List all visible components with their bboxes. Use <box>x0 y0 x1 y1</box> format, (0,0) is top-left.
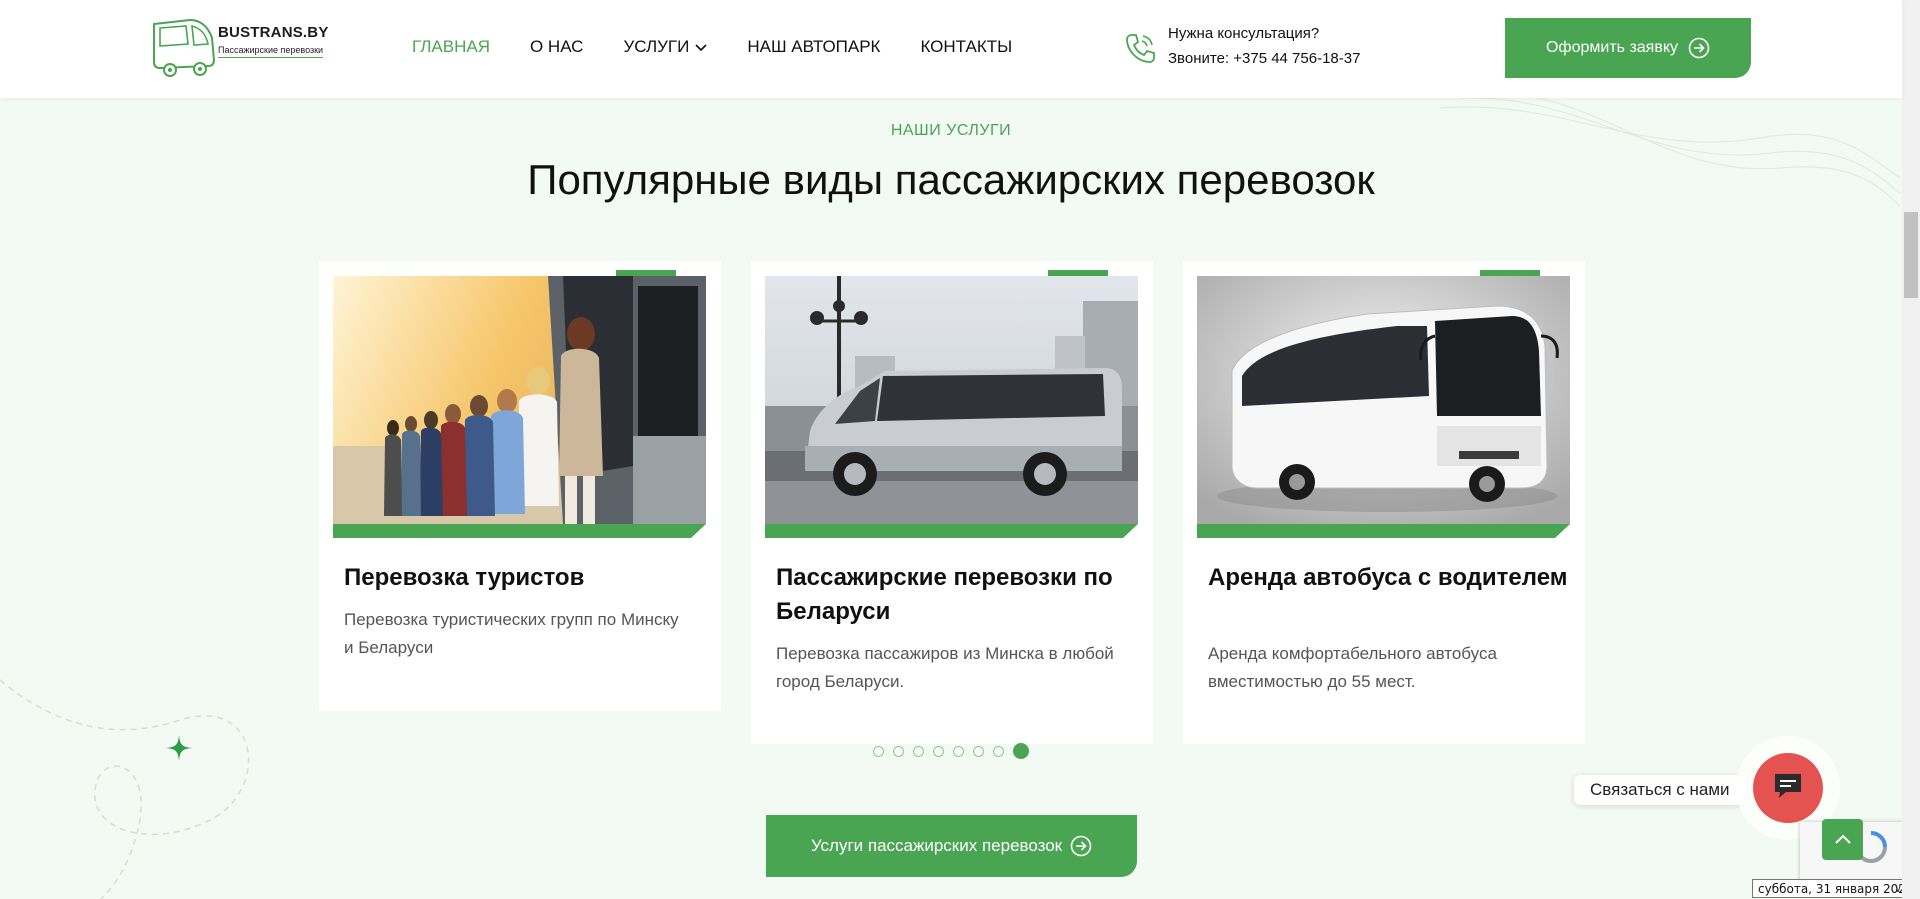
card-title: Пассажирские перевозки по Беларуси <box>776 564 1113 625</box>
phone-icon <box>1124 32 1156 69</box>
carousel-dot[interactable] <box>913 745 924 757</box>
card-text: Перевозка пассажиров из Минска в любой г… <box>776 644 1114 691</box>
chevron-up-icon <box>1834 831 1851 849</box>
card-text: Перевозка туристических групп по Минску … <box>344 610 679 657</box>
service-card[interactable]: Аренда автобуса с водителем Аренда комфо… <box>1183 261 1585 744</box>
bus-logo-icon <box>153 18 216 77</box>
logo-subtitle: Пассажирские перевозки <box>218 45 324 58</box>
logo-title: BUSTRANS.BY <box>218 24 329 41</box>
site-header: BUSTRANS.BY Пассажирские перевозки ГЛАВН… <box>0 0 1902 98</box>
nav-label: НАШ АВТОПАРК <box>747 37 881 56</box>
consultation-question: Нужна консультация? <box>1168 25 1320 42</box>
arrow-circle-icon <box>1688 37 1710 59</box>
arrow-circle-icon <box>1070 835 1092 857</box>
section-title: Популярные виды пассажирских перевозок <box>527 156 1375 203</box>
nav-item-home[interactable]: ГЛАВНАЯ <box>412 37 490 57</box>
chat-bubble-icon <box>1772 771 1804 806</box>
carousel-dot[interactable] <box>873 745 884 757</box>
card-title: Перевозка туристов <box>344 564 585 591</box>
contact-us-label[interactable]: Связаться с нами <box>1574 775 1746 805</box>
carousel-dot[interactable] <box>893 745 904 757</box>
order-request-button[interactable]: Оформить заявку <box>1505 18 1751 78</box>
chevron-down-icon <box>695 37 707 57</box>
scroll-to-top-button[interactable] <box>1822 819 1863 860</box>
order-button-label: Оформить заявку <box>1545 39 1679 56</box>
nav-label: КОНТАКТЫ <box>920 37 1013 56</box>
card-text: Аренда комфортабельного автобуса вместим… <box>1208 644 1497 691</box>
sparkle-icon <box>166 735 192 761</box>
chat-button[interactable] <box>1753 753 1823 823</box>
card-green-stripe <box>765 524 1138 538</box>
service-card[interactable]: Пассажирские перевозки по Беларуси Перев… <box>751 261 1153 744</box>
card-title: Аренда автобуса с водителем <box>1208 564 1568 591</box>
scrollbar-thumb[interactable] <box>1904 212 1918 298</box>
phone-number-link[interactable]: Звоните: +375 44 756-18-37 <box>1168 50 1360 67</box>
silver-minibus-photo <box>765 276 1138 524</box>
nav-item-about[interactable]: О НАС <box>530 37 583 57</box>
passenger-services-button[interactable]: Услуги пассажирских перевозок <box>766 815 1137 877</box>
carousel-dot[interactable] <box>973 745 984 757</box>
page-scrollbar[interactable] <box>1902 0 1920 899</box>
carousel-pagination <box>873 743 1038 759</box>
carousel-dot[interactable] <box>953 745 964 757</box>
carousel-dot-active[interactable] <box>1013 743 1029 759</box>
white-coach-bus-photo <box>1197 276 1570 524</box>
background-swirl-decoration <box>0 679 250 899</box>
main-nav: ГЛАВНАЯ О НАС УСЛУГИ НАШ АВТОПАРК КОНТАК… <box>412 37 1052 57</box>
nav-label: О НАС <box>529 37 584 56</box>
nav-item-fleet[interactable]: НАШ АВТОПАРК <box>747 37 880 57</box>
nav-label: УСЛУГИ <box>623 37 690 56</box>
services-button-label: Услуги пассажирских перевозок <box>810 836 1063 855</box>
tourists-boarding-bus-photo <box>333 276 706 524</box>
nav-label: ГЛАВНАЯ <box>412 37 490 56</box>
carousel-dot[interactable] <box>933 745 944 757</box>
service-card[interactable]: Перевозка туристов Перевозка туристическ… <box>319 261 721 711</box>
logo[interactable]: BUSTRANS.BY Пассажирские перевозки <box>150 14 328 80</box>
card-green-stripe <box>1197 524 1570 538</box>
section-tag: НАШИ УСЛУГИ <box>890 122 1012 139</box>
chevron-down-icon[interactable]: ∨ <box>1894 882 1902 895</box>
card-green-stripe <box>333 524 706 538</box>
nav-item-contacts[interactable]: КОНТАКТЫ <box>920 37 1012 57</box>
nav-item-services[interactable]: УСЛУГИ <box>623 37 707 57</box>
carousel-dot[interactable] <box>993 745 1004 757</box>
